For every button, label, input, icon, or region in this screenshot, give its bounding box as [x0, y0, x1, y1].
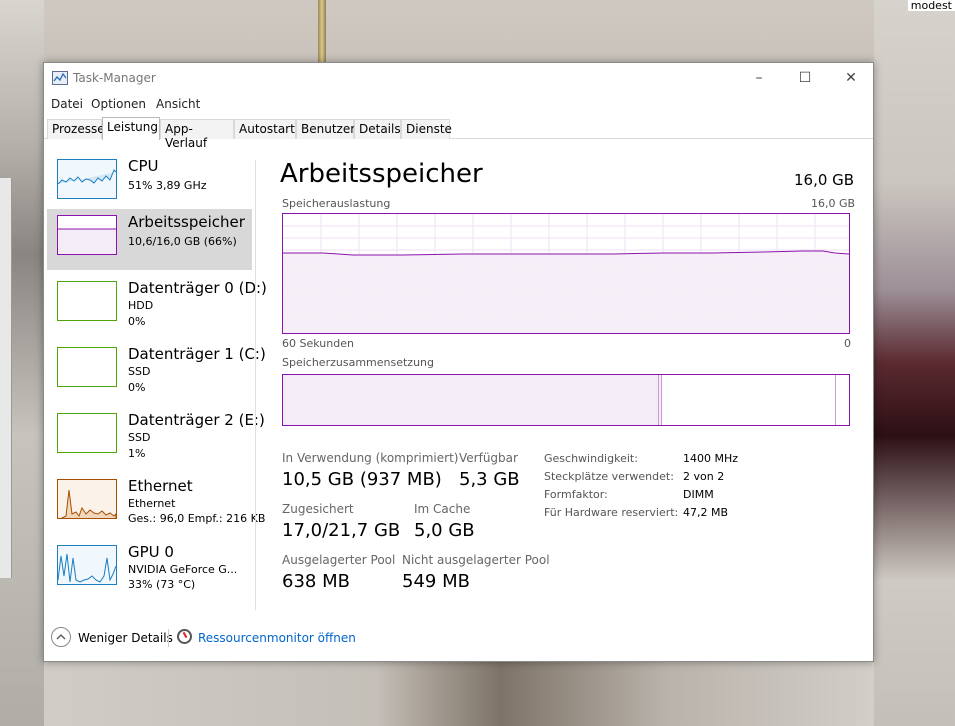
task-manager-app-icon: [52, 71, 68, 85]
paged-pool-value: 638 MB: [282, 571, 350, 592]
minimize-button[interactable]: –: [736, 63, 782, 93]
sidebar-item-datentraeger-2[interactable]: Datenträger 2 (E:) SSD 1%: [47, 407, 265, 468]
maximize-button[interactable]: ☐: [782, 63, 828, 93]
sidebar-item-line1: NVIDIA GeForce G...: [128, 563, 238, 576]
sidebar-item-name: Datenträger 1 (C:): [128, 345, 266, 363]
disk-1-thumbnail-graph: [57, 347, 117, 387]
desktop-background-pole: [318, 0, 326, 62]
resource-monitor-icon[interactable]: [177, 629, 192, 644]
usage-graph-label: Speicherauslastung: [282, 197, 391, 210]
resource-monitor-link[interactable]: Ressourcenmonitor öffnen: [198, 631, 356, 645]
sidebar-item-line1: Ethernet: [128, 497, 176, 510]
sidebar-item-name: CPU: [128, 157, 159, 175]
tab-autostart[interactable]: Autostart: [234, 119, 296, 139]
menu-bar: Datei Optionen Ansicht: [44, 94, 873, 114]
detail-slots-value: 2 von 2: [683, 470, 725, 483]
chevron-up-icon[interactable]: [51, 627, 71, 647]
title-bar[interactable]: Task-Manager – ☐ ✕: [44, 63, 873, 93]
desktop-background-bottom: [44, 662, 874, 726]
detail-speed-label: Geschwindigkeit:: [544, 452, 638, 465]
committed-label: Zugesichert: [282, 502, 354, 516]
detail-reserved-label: Für Hardware reserviert:: [544, 506, 679, 519]
tab-prozesse[interactable]: Prozesse: [47, 119, 105, 139]
nonpaged-pool-label: Nicht ausgelagerter Pool: [402, 553, 550, 567]
tab-details[interactable]: Details: [354, 119, 401, 139]
disk-2-thumbnail-graph: [57, 413, 117, 453]
sidebar-divider: [255, 160, 256, 610]
detail-slots-label: Steckplätze verwendet:: [544, 470, 674, 483]
footer-separator: [168, 629, 169, 647]
performance-sidebar: CPU 51% 3,89 GHz Arbeitsspeicher 10,6/16…: [47, 153, 267, 613]
desktop-corner-text: modest: [907, 0, 955, 11]
detail-formfactor-value: DIMM: [683, 488, 714, 501]
sidebar-item-line2: Ges.: 96,0 Empf.: 216 KB: [128, 512, 266, 525]
sidebar-item-name: GPU 0: [128, 543, 174, 561]
menu-optionen[interactable]: Optionen: [91, 97, 146, 111]
sidebar-item-line2: 33% (73 °C): [128, 578, 196, 591]
sidebar-item-name: Ethernet: [128, 477, 193, 495]
detail-reserved-value: 47,2 MB: [683, 506, 729, 519]
sidebar-item-line2: 0%: [128, 381, 146, 394]
window-title: Task-Manager: [73, 71, 156, 85]
usage-graph-max: 16,0 GB: [811, 197, 856, 210]
in-use-label: In Verwendung (komprimiert): [282, 451, 459, 465]
page-title: Arbeitsspeicher: [280, 159, 483, 189]
available-label: Verfügbar: [459, 451, 518, 465]
cpu-thumbnail-graph: [57, 159, 117, 199]
less-details-button[interactable]: Weniger Details: [78, 631, 173, 645]
tab-app-verlauf[interactable]: App-Verlauf: [160, 119, 234, 150]
memory-total: 16,0 GB: [794, 171, 855, 189]
memory-composition-bar: [282, 374, 850, 426]
tab-leistung[interactable]: Leistung: [102, 117, 160, 140]
composition-label: Speicherzusammensetzung: [282, 356, 434, 369]
sidebar-item-name: Datenträger 0 (D:): [128, 279, 267, 297]
available-value: 5,3 GB: [459, 469, 520, 490]
sidebar-item-line2: 1%: [128, 447, 146, 460]
sidebar-item-name: Arbeitsspeicher: [128, 213, 245, 231]
tab-benutzer[interactable]: Benutzer: [296, 119, 355, 139]
close-button[interactable]: ✕: [828, 63, 874, 93]
ethernet-thumbnail-graph: [57, 479, 117, 519]
sidebar-item-cpu[interactable]: CPU 51% 3,89 GHz: [47, 153, 252, 214]
memory-usage-graph: [282, 213, 850, 334]
memory-thumbnail-graph: [57, 215, 117, 255]
in-use-value: 10,5 GB (937 MB): [282, 469, 442, 490]
footer: Weniger Details Ressourcenmonitor öffnen: [44, 625, 873, 653]
gpu-thumbnail-graph: [57, 545, 117, 585]
task-manager-window: Task-Manager – ☐ ✕ Datei Optionen Ansich…: [43, 62, 874, 662]
graph-time-left: 60 Sekunden: [282, 337, 354, 350]
background-window-edge[interactable]: [0, 178, 12, 578]
composition-free: [835, 375, 836, 425]
sidebar-item-line1: HDD: [128, 299, 154, 312]
detail-formfactor-label: Formfaktor:: [544, 488, 608, 501]
sidebar-item-line1: 51% 3,89 GHz: [128, 179, 207, 192]
tab-bar: Prozesse Leistung App-Verlauf Autostart …: [44, 117, 873, 150]
sidebar-item-datentraeger-1[interactable]: Datenträger 1 (C:) SSD 0%: [47, 341, 266, 402]
sidebar-item-ethernet[interactable]: Ethernet Ethernet Ges.: 96,0 Empf.: 216 …: [47, 473, 265, 534]
cached-label: Im Cache: [414, 502, 471, 516]
sidebar-item-name: Datenträger 2 (E:): [128, 411, 265, 429]
sidebar-item-gpu-0[interactable]: GPU 0 NVIDIA GeForce G... 33% (73 °C): [47, 539, 252, 600]
menu-ansicht[interactable]: Ansicht: [156, 97, 200, 111]
graph-time-right: 0: [844, 337, 851, 350]
sidebar-item-datentraeger-0[interactable]: Datenträger 0 (D:) HDD 0%: [47, 275, 267, 336]
sidebar-item-line1: SSD: [128, 365, 151, 378]
sidebar-item-line1: 10,6/16,0 GB (66%): [128, 235, 237, 248]
desktop-background-right: [874, 0, 955, 726]
paged-pool-label: Ausgelagerter Pool: [282, 553, 396, 567]
detail-speed-value: 1400 MHz: [683, 452, 739, 465]
nonpaged-pool-value: 549 MB: [402, 571, 470, 592]
tab-dienste[interactable]: Dienste: [401, 119, 452, 139]
memory-usage-area: [283, 251, 849, 333]
sidebar-item-arbeitsspeicher[interactable]: Arbeitsspeicher 10,6/16,0 GB (66%): [47, 209, 252, 270]
composition-in-use: [283, 375, 659, 425]
menu-datei[interactable]: Datei: [51, 97, 83, 111]
disk-0-thumbnail-graph: [57, 281, 117, 321]
sidebar-item-line2: 0%: [128, 315, 146, 328]
sidebar-item-line1: SSD: [128, 431, 151, 444]
cached-value: 5,0 GB: [414, 520, 475, 541]
committed-value: 17,0/21,7 GB: [282, 520, 401, 541]
composition-modified: [659, 375, 662, 425]
